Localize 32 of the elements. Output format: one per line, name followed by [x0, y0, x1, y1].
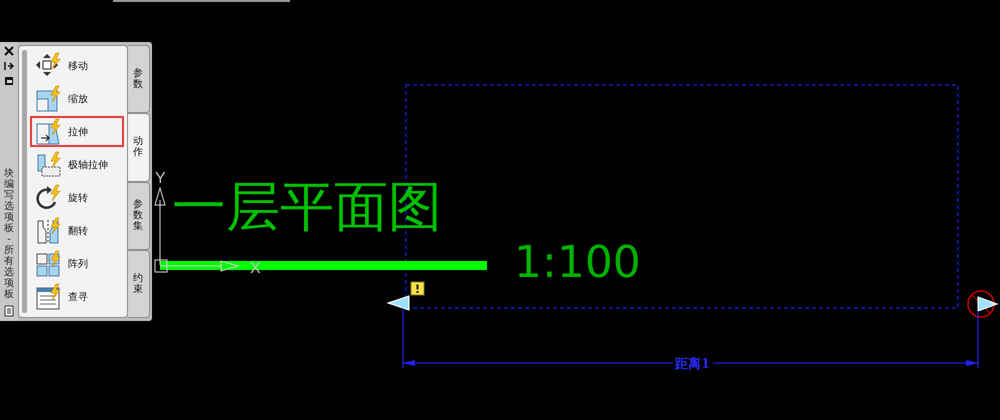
y-axis-label: Y — [155, 170, 166, 187]
dimension-label: 距离1 — [675, 357, 710, 372]
scroll-bar[interactable] — [22, 50, 27, 313]
tool-item[interactable]: 缩放 — [30, 83, 124, 114]
palette-tab[interactable]: 动作 — [128, 113, 150, 182]
grip-icon — [386, 295, 410, 311]
tool-item[interactable]: 极轴拉伸 — [30, 149, 124, 180]
tool-item[interactable]: 移动 — [30, 50, 124, 81]
lookup-table-icon — [35, 283, 63, 312]
auto-hide-icon[interactable] — [4, 61, 14, 71]
warning-icon — [410, 282, 424, 296]
scale-label: 1:100 — [514, 237, 641, 288]
polar-stretch-icon — [35, 150, 63, 179]
palette-title: 块编写选项板 - 所有选项板 — [4, 166, 14, 300]
grip-icon — [967, 290, 998, 318]
close-icon[interactable] — [4, 46, 14, 56]
stretch-icon — [35, 118, 63, 146]
tool-item[interactable]: 翻转 — [30, 216, 124, 247]
palette-tab[interactable]: 参数集 — [128, 182, 150, 250]
palette-tab[interactable]: 参数 — [128, 45, 150, 114]
origin-marker — [154, 260, 168, 272]
scale-icon — [35, 84, 63, 113]
tool-item[interactable]: 查寻 — [30, 282, 124, 313]
tool-item[interactable]: 旋转 — [30, 182, 124, 214]
tool-item[interactable]: 阵列 — [30, 248, 124, 280]
array-icon — [35, 250, 63, 278]
palette-tab[interactable]: 约束 — [128, 250, 150, 318]
drawing-title: 一层平面图 — [172, 175, 442, 238]
palette-menu-icon[interactable] — [4, 305, 14, 317]
flip-icon — [35, 217, 63, 246]
tool-item[interactable]: 拉伸 — [30, 116, 124, 148]
properties-icon[interactable] — [4, 76, 14, 86]
